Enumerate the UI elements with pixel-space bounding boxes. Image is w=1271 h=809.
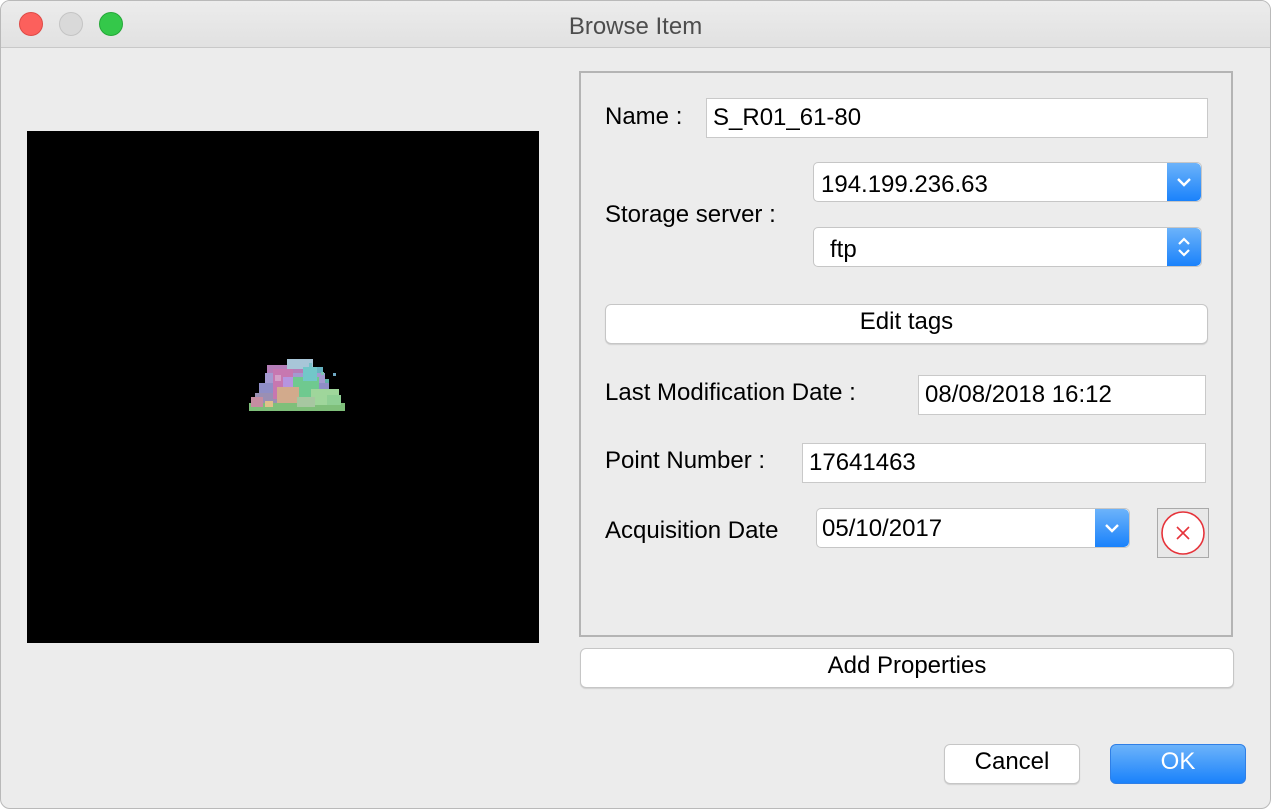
point-cloud-preview[interactable]: [27, 131, 539, 643]
edit-tags-button[interactable]: Edit tags: [605, 304, 1208, 344]
storage-server-label: Storage server :: [605, 201, 776, 228]
up-down-chevrons-icon: [1167, 228, 1201, 266]
properties-panel: [579, 71, 1233, 637]
window-title: Browse Item: [568, 13, 703, 40]
add-properties-button[interactable]: Add Properties: [580, 648, 1234, 688]
server-value: 194.199.236.63: [821, 171, 988, 198]
last-modification-label: Last Modification Date :: [605, 379, 856, 406]
point-cloud-image: [249, 359, 345, 411]
ok-button[interactable]: OK: [1110, 744, 1246, 784]
browse-item-window: Browse Item Name: S_R01_61-80 Storage s…: [0, 0, 1271, 809]
cancel-button[interactable]: Cancel: [944, 744, 1080, 784]
point-number-label: Point Number :: [605, 447, 766, 474]
acquisition-date-label: Acquisition Date: [605, 517, 779, 544]
protocol-value: ftp: [830, 236, 857, 263]
title-bar: Browse Item: [1, 1, 1270, 48]
point-number-field[interactable]: [802, 443, 1206, 483]
server-dropdown[interactable]: 194.199.236.63: [813, 162, 1202, 202]
last-modification-field[interactable]: [918, 375, 1206, 415]
acquisition-date-picker[interactable]: 05/10/2017: [816, 508, 1130, 548]
name-label: Name :: [605, 103, 683, 130]
name-input[interactable]: [706, 98, 1208, 138]
chevron-down-icon: [1095, 509, 1129, 547]
acquisition-date-value: 05/10/2017: [822, 515, 943, 542]
clear-date-button[interactable]: [1157, 508, 1209, 558]
clear-icon: [1161, 511, 1205, 555]
protocol-select[interactable]: ftp: [813, 227, 1202, 267]
chevron-down-icon: [1167, 163, 1201, 201]
